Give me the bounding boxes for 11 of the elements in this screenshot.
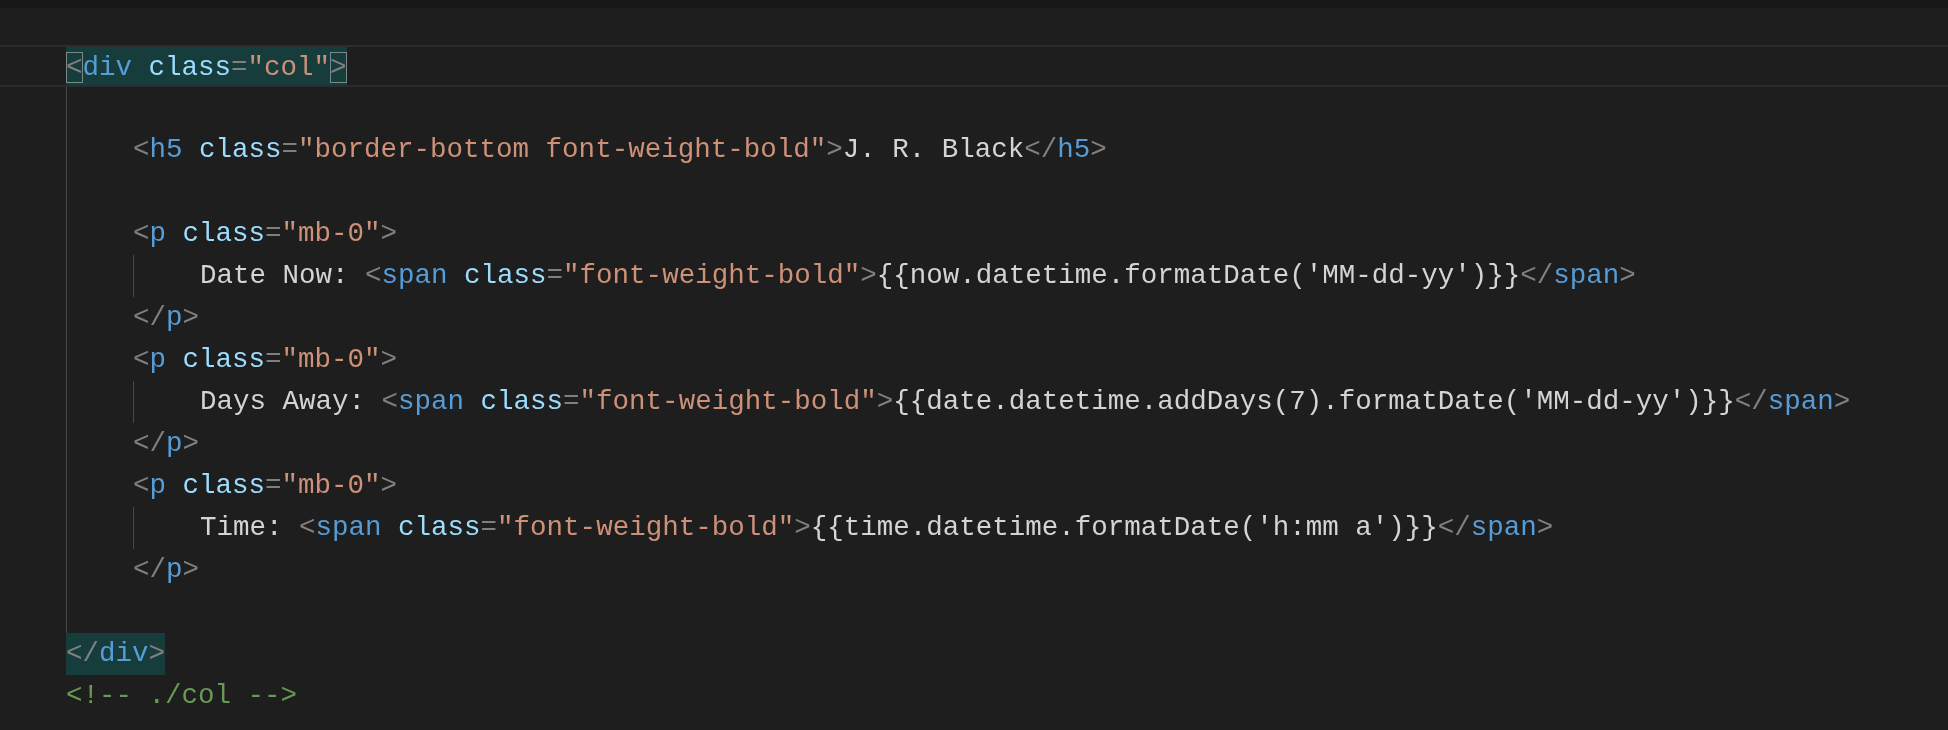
code-line: </p> bbox=[133, 427, 200, 461]
code-line: <p class="mb-0"> bbox=[133, 469, 398, 503]
code-line: </p> bbox=[133, 301, 200, 335]
code-line: Time: <span class="font-weight-bold">{{time.datetime.formatDate('h:mm a')}}</span> bbox=[200, 511, 1554, 545]
code-line: <!-- ./col --> bbox=[66, 679, 298, 713]
code-line: <p class="mb-0"> bbox=[133, 343, 398, 377]
code-line: <p class="mb-0"> bbox=[133, 217, 398, 251]
code-line: Days Away: <span class="font-weight-bold">{{date.datetime.addDays(7).formatDate('MM-dd-yy')}}</span> bbox=[200, 385, 1851, 419]
code-line: <h5 class="border-bottom font-weight-bold">J. R. Black</h5> bbox=[133, 133, 1107, 167]
code-line: </p> bbox=[133, 553, 200, 587]
code-line: Date Now: <span class="font-weight-bold">{{now.datetime.formatDate('MM-dd-yy')}}</span> bbox=[200, 259, 1636, 293]
